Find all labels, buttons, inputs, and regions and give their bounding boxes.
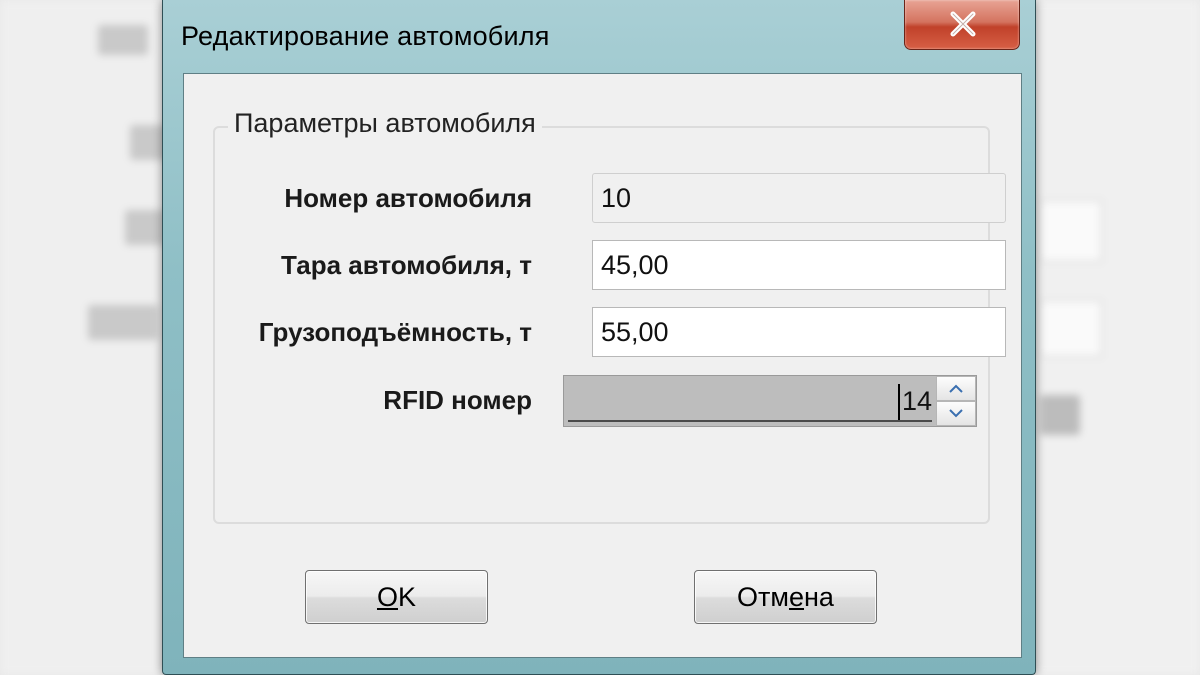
cancel-mnemonic: е	[788, 582, 805, 612]
spin-up-arrow-icon	[949, 384, 963, 393]
cancel-label-after: на	[804, 582, 834, 612]
rfid-value-area[interactable]	[564, 376, 936, 426]
close-icon	[950, 11, 976, 37]
rfid-spinbox[interactable]: 14	[563, 375, 977, 427]
ok-button[interactable]: OK	[305, 570, 488, 624]
edit-car-dialog: Редактирование автомобиля Параметры авто…	[162, 0, 1036, 675]
background-text-block	[98, 25, 148, 55]
background-text-block	[1040, 395, 1080, 435]
background-text-block	[125, 210, 165, 245]
spin-up-button[interactable]	[936, 376, 976, 401]
dialog-title: Редактирование автомобиля	[181, 21, 550, 51]
tare-field[interactable]	[592, 240, 1006, 290]
rfid-underline	[568, 420, 932, 422]
capacity-label: Грузоподъёмность, т	[258, 317, 532, 347]
cancel-button[interactable]: Отмена	[694, 570, 877, 624]
spin-down-button[interactable]	[936, 401, 976, 426]
cancel-label-before: Отм	[737, 582, 789, 612]
rfid-label: RFID номер	[383, 385, 532, 415]
car-number-label: Номер автомобиля	[284, 183, 532, 213]
rfid-value: 14	[902, 386, 933, 416]
car-number-field[interactable]	[592, 173, 1006, 223]
text-caret	[898, 384, 900, 420]
background-text-block	[88, 305, 158, 340]
background-field	[1040, 200, 1102, 262]
spin-down-arrow-icon	[949, 409, 963, 418]
tare-label: Тара автомобиля, т	[281, 250, 532, 280]
ok-label-rest: K	[398, 582, 417, 612]
title-bar[interactable]: Редактирование автомобиля	[163, 0, 1035, 74]
ok-mnemonic: O	[376, 582, 398, 612]
close-button[interactable]	[904, 0, 1020, 50]
capacity-field[interactable]	[592, 307, 1006, 357]
dialog-client-area: Параметры автомобиля Номер автомобиля Та…	[183, 73, 1022, 658]
group-legend: Параметры автомобиля	[228, 108, 542, 139]
car-parameters-group: Параметры автомобиля Номер автомобиля Та…	[213, 108, 1006, 524]
background-field	[1040, 300, 1102, 357]
